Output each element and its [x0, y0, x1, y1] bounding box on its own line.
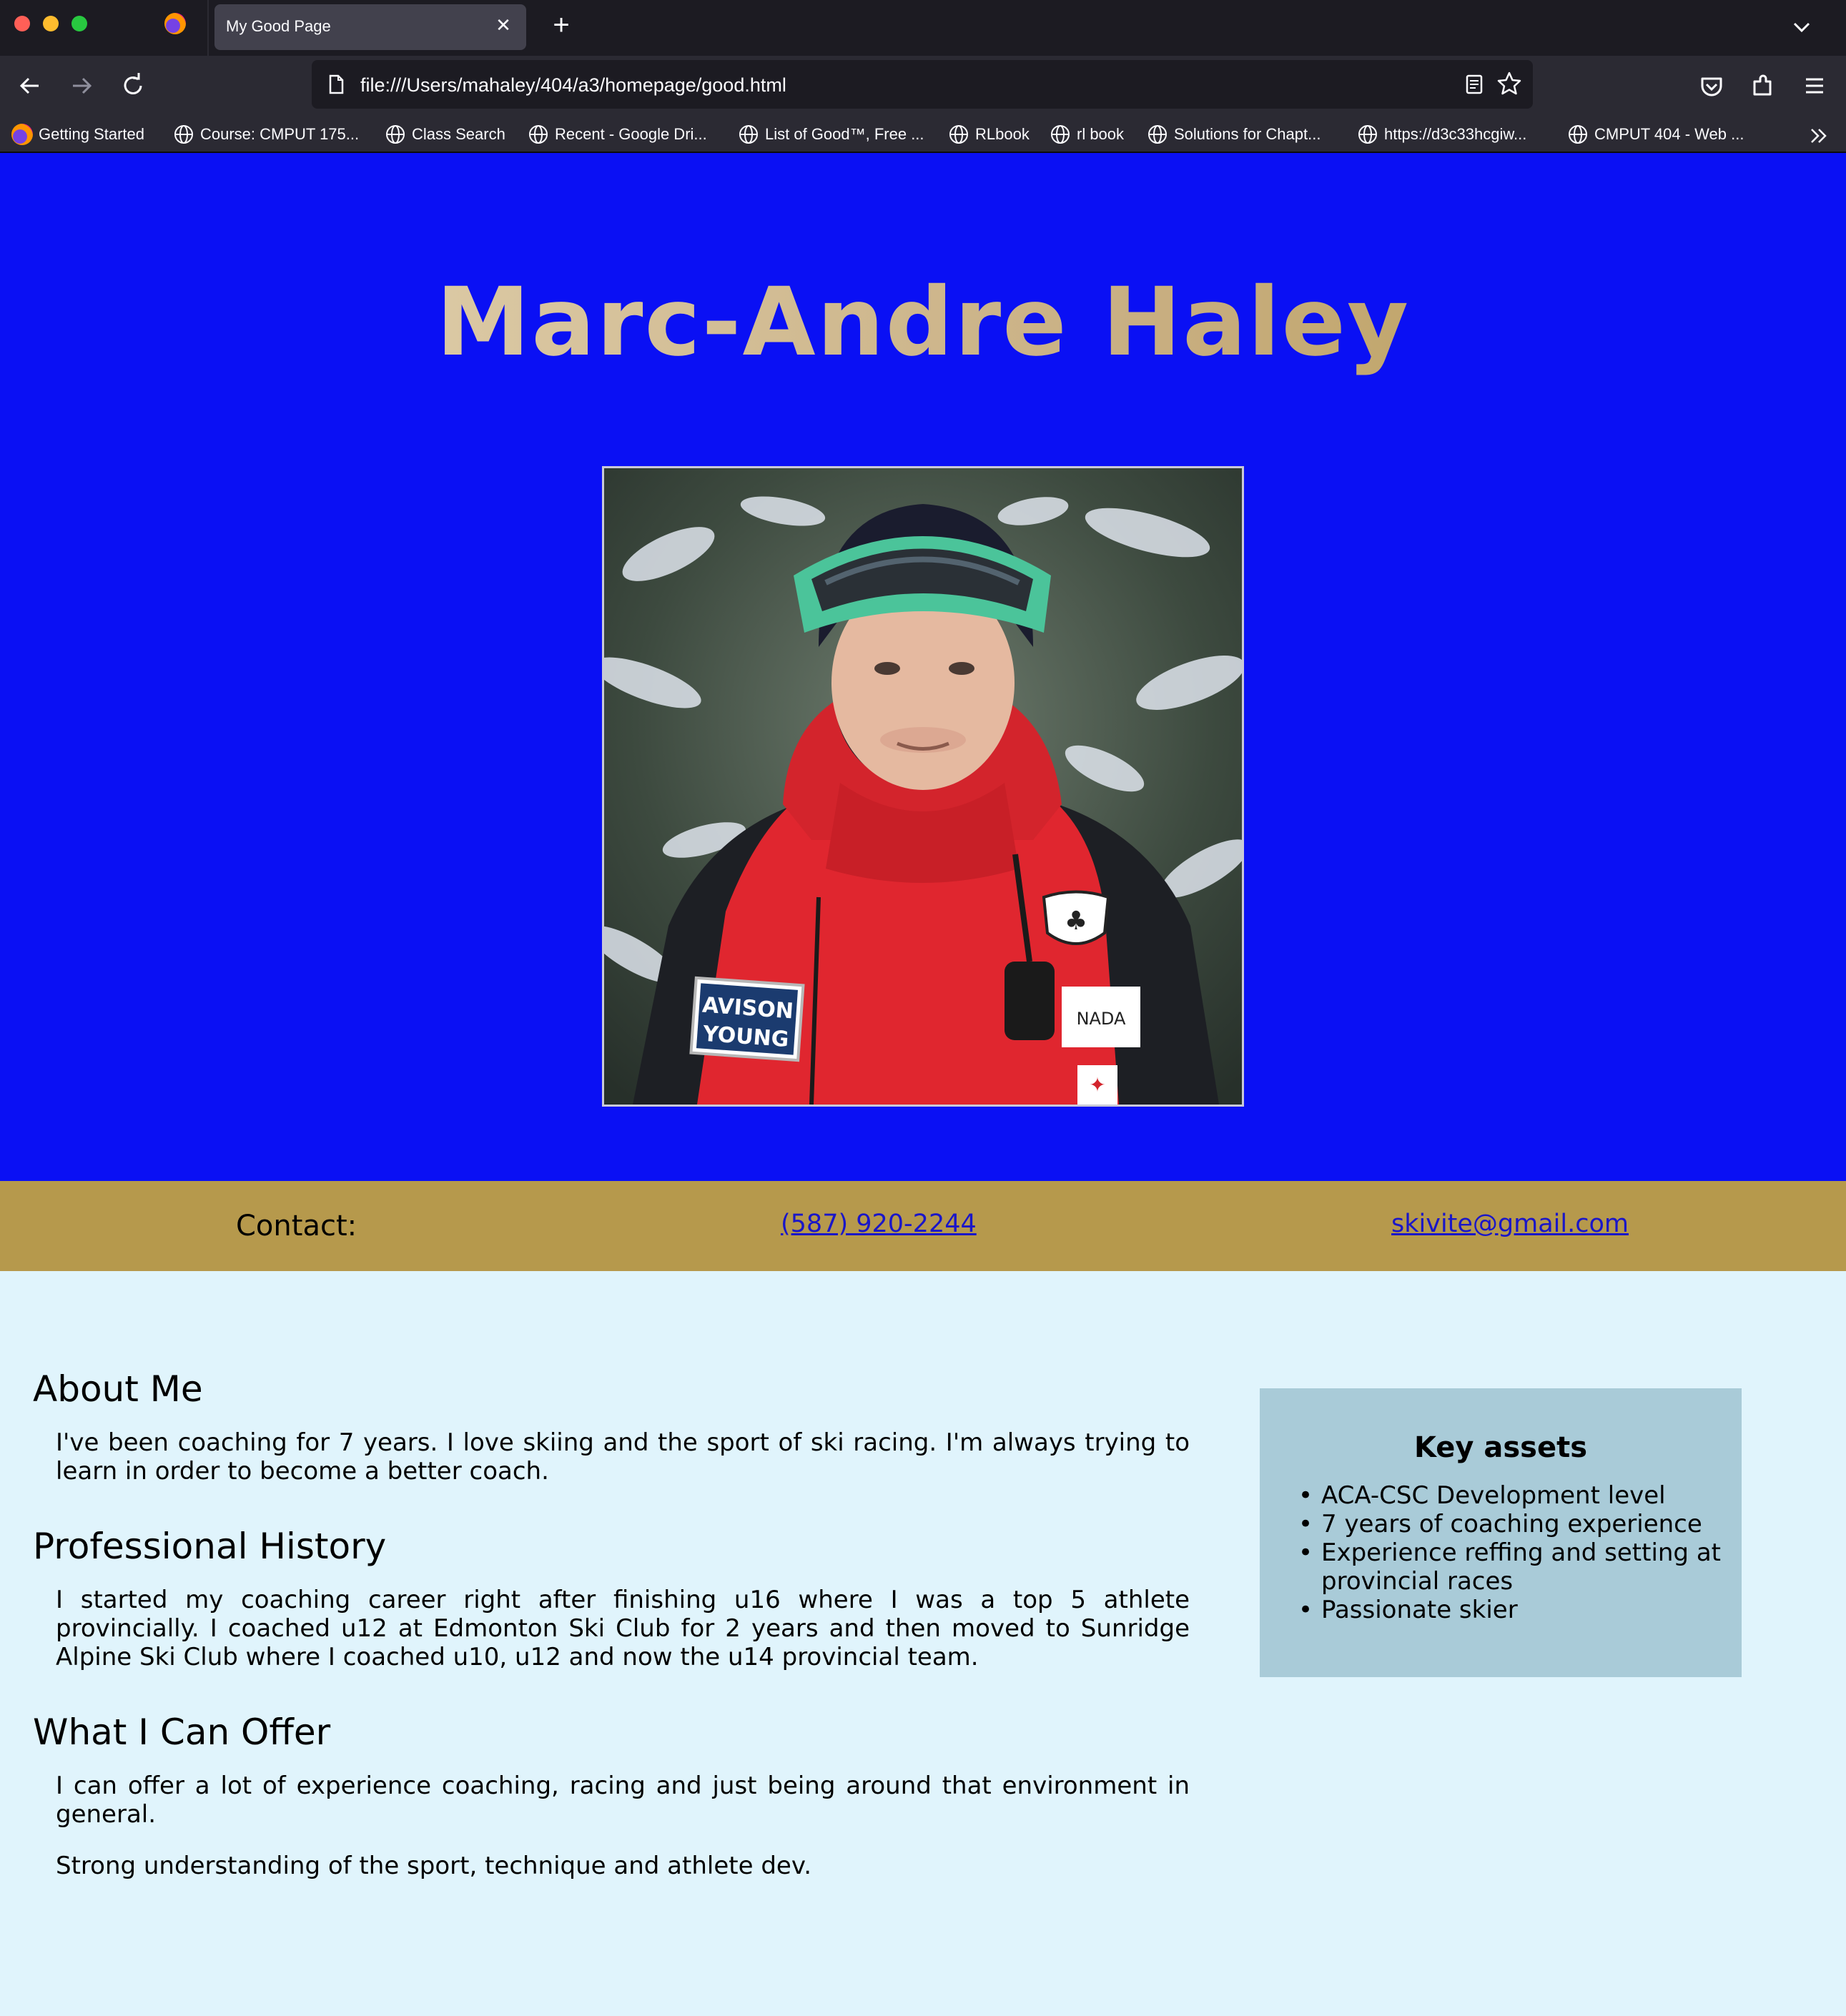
- minimize-window-button[interactable]: [43, 16, 59, 31]
- browser-tab-bar: My Good Page ✕ +: [0, 0, 1846, 56]
- close-window-button[interactable]: [14, 16, 30, 31]
- bookmark-label: rl book: [1077, 125, 1125, 143]
- about-heading: About Me: [33, 1368, 203, 1410]
- forward-arrow-icon[interactable]: [66, 70, 97, 102]
- bookmark-item[interactable]: Recent - Google Dri...: [528, 122, 707, 147]
- bookmark-label: RLbook: [975, 125, 1030, 143]
- key-assets-title: Key assets: [1413, 1431, 1588, 1464]
- list-item: 7 years of coaching experience: [1297, 1510, 1726, 1538]
- reload-icon[interactable]: [117, 70, 149, 102]
- bookmark-star-icon[interactable]: [1496, 70, 1523, 97]
- navigation-toolbar: file:///Users/mahaley/404/a3/homepage/go…: [0, 56, 1846, 116]
- svg-text:♣: ♣: [1065, 906, 1087, 936]
- bookmarks-toolbar: Getting Started Course: CMPUT 175... Cla…: [0, 116, 1846, 153]
- hero-banner: Marc-Andre Haley ♣ AVISON YOUNG NADA ✦: [0, 153, 1846, 1181]
- globe-icon: [949, 125, 968, 144]
- list-item: ACA-CSC Development level: [1297, 1481, 1726, 1510]
- bookmark-label: List of Good™, Free ...: [765, 125, 924, 143]
- globe-icon: [1358, 125, 1377, 144]
- new-tab-button[interactable]: +: [546, 10, 576, 40]
- bookmark-label: Course: CMPUT 175...: [200, 125, 360, 143]
- bookmark-label: Getting Started: [39, 125, 144, 143]
- globe-icon: [529, 125, 548, 144]
- phone-link[interactable]: (587) 920-2244: [781, 1210, 977, 1238]
- flag-patch-text: NADA: [1077, 1009, 1126, 1029]
- about-paragraph: I've been coaching for 7 years. I love s…: [56, 1428, 1190, 1486]
- firefox-view-icon[interactable]: [164, 13, 186, 34]
- globe-icon: [174, 125, 193, 144]
- double-chevron-right-icon[interactable]: [1806, 123, 1832, 149]
- close-icon[interactable]: ✕: [492, 14, 515, 37]
- bookmark-label: Solutions for Chapt...: [1174, 125, 1321, 143]
- list-item: Experience reffing and setting at provin…: [1297, 1538, 1726, 1596]
- pocket-icon[interactable]: [1696, 70, 1727, 102]
- page-title: Marc-Andre Haley: [0, 267, 1846, 377]
- list-item: Passionate skier: [1297, 1596, 1726, 1624]
- globe-icon: [1148, 125, 1167, 144]
- reader-view-icon[interactable]: [1461, 71, 1487, 97]
- extensions-puzzle-icon[interactable]: [1747, 70, 1779, 102]
- bookmark-item[interactable]: Solutions for Chapt...: [1147, 122, 1321, 147]
- bookmark-label: Recent - Google Dri...: [555, 125, 707, 143]
- profile-photo: ♣ AVISON YOUNG NADA ✦: [602, 466, 1244, 1107]
- offer-paragraph: I can offer a lot of experience coaching…: [56, 1772, 1190, 1829]
- bookmark-item[interactable]: rl book: [1050, 122, 1124, 147]
- history-heading: Professional History: [33, 1526, 387, 1567]
- bookmark-item[interactable]: Getting Started: [11, 122, 144, 147]
- history-paragraph: I started my coaching career right after…: [56, 1586, 1190, 1671]
- bookmark-item[interactable]: Course: CMPUT 175...: [173, 122, 359, 147]
- firefox-icon: [11, 124, 33, 145]
- globe-icon: [1051, 125, 1070, 144]
- chevron-down-icon[interactable]: [1789, 14, 1815, 40]
- contact-bar: Contact: (587) 920-2244 skivite@gmail.co…: [0, 1181, 1846, 1271]
- email-link[interactable]: skivite@gmail.com: [1391, 1210, 1629, 1238]
- key-assets-list: ACA-CSC Development level 7 years of coa…: [1297, 1481, 1726, 1624]
- bookmark-label: Class Search: [412, 125, 505, 143]
- bookmark-item[interactable]: Class Search: [385, 122, 505, 147]
- bookmark-item[interactable]: https://d3c33hcgiw...: [1357, 122, 1526, 147]
- profile-photo-illustration: ♣ AVISON YOUNG NADA ✦: [604, 468, 1242, 1105]
- globe-icon: [386, 125, 405, 144]
- bookmark-label: https://d3c33hcgiw...: [1384, 125, 1527, 143]
- svg-text:✦: ✦: [1089, 1073, 1105, 1097]
- globe-icon: [1569, 125, 1587, 144]
- page-content: Marc-Andre Haley ♣ AVISON YOUNG NADA ✦ C…: [0, 153, 1846, 2016]
- bookmark-label: CMPUT 404 - Web ...: [1594, 125, 1744, 143]
- bookmark-item[interactable]: RLbook: [948, 122, 1030, 147]
- tab-separator: [207, 0, 209, 56]
- bookmark-item[interactable]: CMPUT 404 - Web ...: [1567, 122, 1744, 147]
- hamburger-menu-icon[interactable]: [1799, 70, 1830, 102]
- url-text[interactable]: file:///Users/mahaley/404/a3/homepage/go…: [360, 74, 786, 97]
- offer-heading: What I Can Offer: [33, 1711, 331, 1753]
- bookmark-item[interactable]: List of Good™, Free ...: [738, 122, 924, 147]
- key-assets-box: Key assets ACA-CSC Development level 7 y…: [1260, 1388, 1742, 1677]
- address-bar[interactable]: file:///Users/mahaley/404/a3/homepage/go…: [312, 60, 1533, 109]
- contact-label: Contact:: [236, 1210, 357, 1242]
- tab-title: My Good Page: [226, 17, 331, 35]
- zoom-window-button[interactable]: [71, 16, 87, 31]
- globe-icon: [739, 125, 758, 144]
- back-arrow-icon[interactable]: [14, 70, 46, 102]
- page-document-icon: [329, 74, 344, 94]
- offer-paragraph: Strong understanding of the sport, techn…: [56, 1852, 812, 1880]
- tab-my-good-page[interactable]: My Good Page ✕: [214, 4, 526, 50]
